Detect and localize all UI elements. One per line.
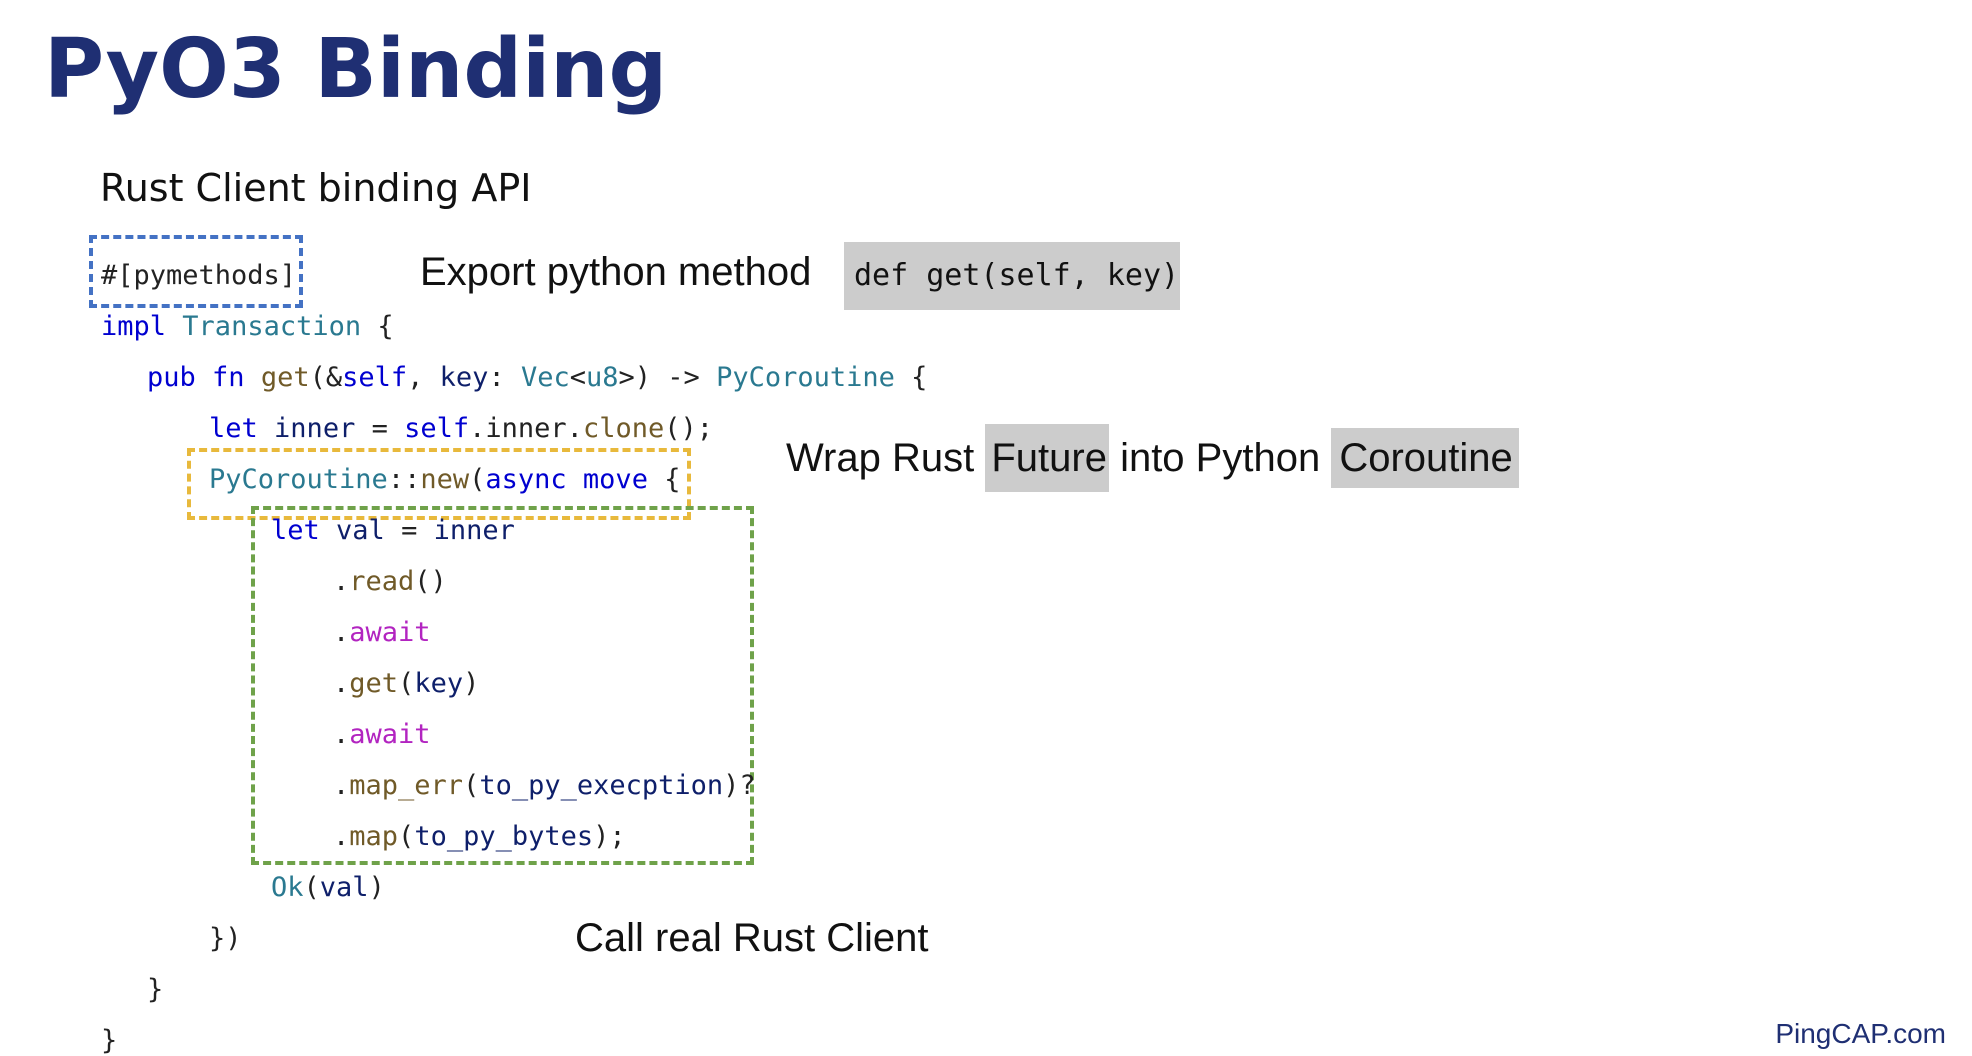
code-line-3: pub fn get(&self, key: Vec<u8>) -> PyCor…	[147, 362, 928, 393]
code-line-9: .get(key)	[333, 668, 480, 699]
code-line-13: Ok(val)	[271, 872, 385, 903]
code-line-14: })	[209, 923, 242, 954]
code-line-2: impl Transaction {	[101, 311, 394, 342]
code-line-11: .map_err(to_py_execption)?	[333, 770, 756, 801]
slide-title: PyO3 Binding	[44, 22, 668, 117]
wrap-prefix-text: Wrap Rust	[786, 436, 975, 480]
wrap-middle-text: into Python	[1120, 436, 1321, 480]
export-python-method-label: Export python method	[420, 250, 812, 294]
code-line-6: let val = inner	[271, 515, 515, 546]
code-line-7: .read()	[333, 566, 447, 597]
rust-client-dashed-box	[251, 506, 754, 865]
code-line-8: .await	[333, 617, 431, 648]
export-python-code-highlight: def get(self, key)	[844, 242, 1180, 310]
pingcap-footer: PingCAP.com	[1775, 1018, 1946, 1049]
code-line-12: .map(to_py_bytes);	[333, 821, 626, 852]
call-real-rust-client-label: Call real Rust Client	[575, 916, 929, 960]
wrap-future-annotation: Wrap Rust Future into Python Coroutine	[786, 424, 1519, 492]
code-line-4: let inner = self.inner.clone();	[209, 413, 713, 444]
code-line-10: .await	[333, 719, 431, 750]
code-line-1: #[pymethods]	[101, 260, 297, 291]
future-highlight: Future	[985, 424, 1109, 492]
code-line-5: PyCoroutine::new(async move {	[209, 464, 681, 495]
coroutine-highlight: Coroutine	[1331, 428, 1519, 488]
code-line-15: }	[147, 974, 164, 1005]
slide-subtitle: Rust Client binding API	[100, 166, 532, 210]
code-line-16: }	[101, 1025, 118, 1056]
